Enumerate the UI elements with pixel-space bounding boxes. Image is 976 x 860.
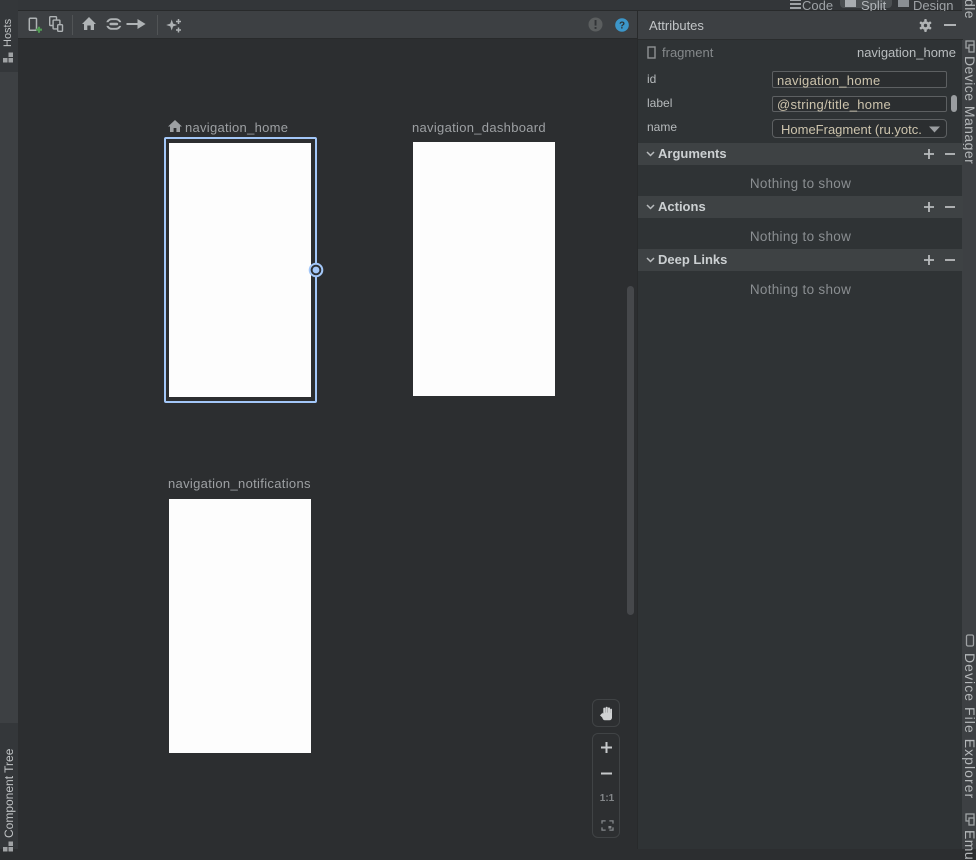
svg-text:?: ? — [619, 20, 625, 31]
